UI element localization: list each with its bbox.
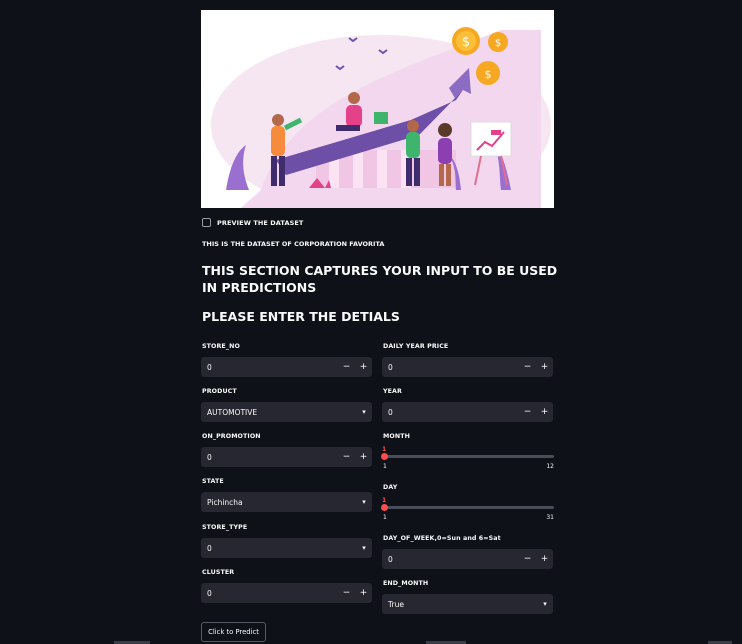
chevron-down-icon[interactable]: ▾	[356, 544, 372, 552]
checkbox-label: PREVIEW THE DATASET	[217, 218, 304, 227]
state-label: STATE	[202, 478, 224, 485]
product-label: PRODUCT	[202, 388, 237, 395]
increment-button[interactable]: +	[536, 357, 553, 377]
svg-text:$: $	[462, 35, 470, 50]
decrement-button[interactable]: −	[338, 583, 355, 603]
month-slider-value: 1	[382, 446, 387, 453]
day-of-week-value[interactable]: 0	[382, 555, 519, 564]
store-no-value[interactable]: 0	[201, 363, 338, 372]
month-label: MONTH	[383, 433, 410, 440]
increment-button[interactable]: +	[355, 583, 372, 603]
decrement-button[interactable]: −	[338, 357, 355, 377]
chevron-down-icon[interactable]: ▾	[537, 600, 553, 608]
cluster-label: CLUSTER	[202, 569, 235, 576]
decrement-button[interactable]: −	[519, 549, 536, 569]
cluster-input[interactable]: 0 − +	[201, 583, 372, 603]
day-of-week-label: DAY_OF_WEEK,0=Sun and 6=Sat	[383, 535, 501, 542]
increment-button[interactable]: +	[355, 357, 372, 377]
day-label: DAY	[383, 484, 398, 491]
svg-text:$: $	[485, 68, 492, 81]
svg-text:$: $	[495, 38, 501, 49]
details-heading: PLEASE ENTER THE DETIALS	[202, 309, 400, 324]
slider-handle[interactable]	[381, 504, 388, 511]
hero-illustration: $ $ $	[201, 10, 554, 208]
on-promotion-input[interactable]: 0 − +	[201, 447, 372, 467]
slider-max: 12	[546, 463, 554, 470]
slider-min: 1	[383, 463, 387, 470]
increment-button[interactable]: +	[355, 447, 372, 467]
year-input[interactable]: 0 − +	[382, 402, 553, 422]
slider-min: 1	[383, 514, 387, 521]
decrement-button[interactable]: −	[519, 402, 536, 422]
chevron-down-icon[interactable]: ▾	[356, 498, 372, 506]
state-select[interactable]: Pichincha ▾	[201, 492, 372, 512]
chevron-down-icon[interactable]: ▾	[356, 408, 372, 416]
decrement-button[interactable]: −	[519, 357, 536, 377]
daily-year-price-value[interactable]: 0	[382, 363, 519, 372]
slider-track[interactable]	[383, 506, 554, 509]
store-type-label: STORE_TYPE	[202, 524, 248, 531]
slider-handle[interactable]	[381, 453, 388, 460]
preview-dataset-checkbox[interactable]: PREVIEW THE DATASET	[202, 218, 303, 227]
daily-year-price-input[interactable]: 0 − +	[382, 357, 553, 377]
dataset-caption: THIS IS THE DATASET OF CORPORATION FAVOR…	[202, 240, 385, 248]
store-no-label: STORE_NO	[202, 343, 240, 350]
year-label: YEAR	[383, 388, 402, 395]
daily-year-price-label: DAILY YEAR PRICE	[383, 343, 449, 350]
checkbox-square[interactable]	[202, 218, 211, 227]
section-heading: THIS SECTION CAPTURES YOUR INPUT TO BE U…	[202, 263, 558, 295]
day-slider-value: 1	[382, 497, 387, 504]
slider-track[interactable]	[383, 455, 554, 458]
store-type-select[interactable]: 0 ▾	[201, 538, 372, 558]
end-month-value[interactable]: True	[382, 600, 537, 609]
increment-button[interactable]: +	[536, 402, 553, 422]
store-no-input[interactable]: 0 − +	[201, 357, 372, 377]
end-month-select[interactable]: True ▾	[382, 594, 553, 614]
on-promotion-value[interactable]: 0	[201, 453, 338, 462]
product-select[interactable]: AUTOMOTIVE ▾	[201, 402, 372, 422]
decrement-button[interactable]: −	[338, 447, 355, 467]
store-type-value[interactable]: 0	[201, 544, 356, 553]
on-promotion-label: ON_PROMOTION	[202, 433, 261, 440]
rising-arrow-illustration: $ $ $	[211, 27, 551, 208]
increment-button[interactable]: +	[536, 549, 553, 569]
cluster-value[interactable]: 0	[201, 589, 338, 598]
state-value[interactable]: Pichincha	[201, 498, 356, 507]
slider-max: 31	[546, 514, 554, 521]
year-value[interactable]: 0	[382, 408, 519, 417]
product-value[interactable]: AUTOMOTIVE	[201, 408, 356, 417]
day-of-week-input[interactable]: 0 − +	[382, 549, 553, 569]
end-month-label: END_MONTH	[383, 580, 429, 587]
predict-button[interactable]: Click to Predict	[201, 622, 266, 642]
